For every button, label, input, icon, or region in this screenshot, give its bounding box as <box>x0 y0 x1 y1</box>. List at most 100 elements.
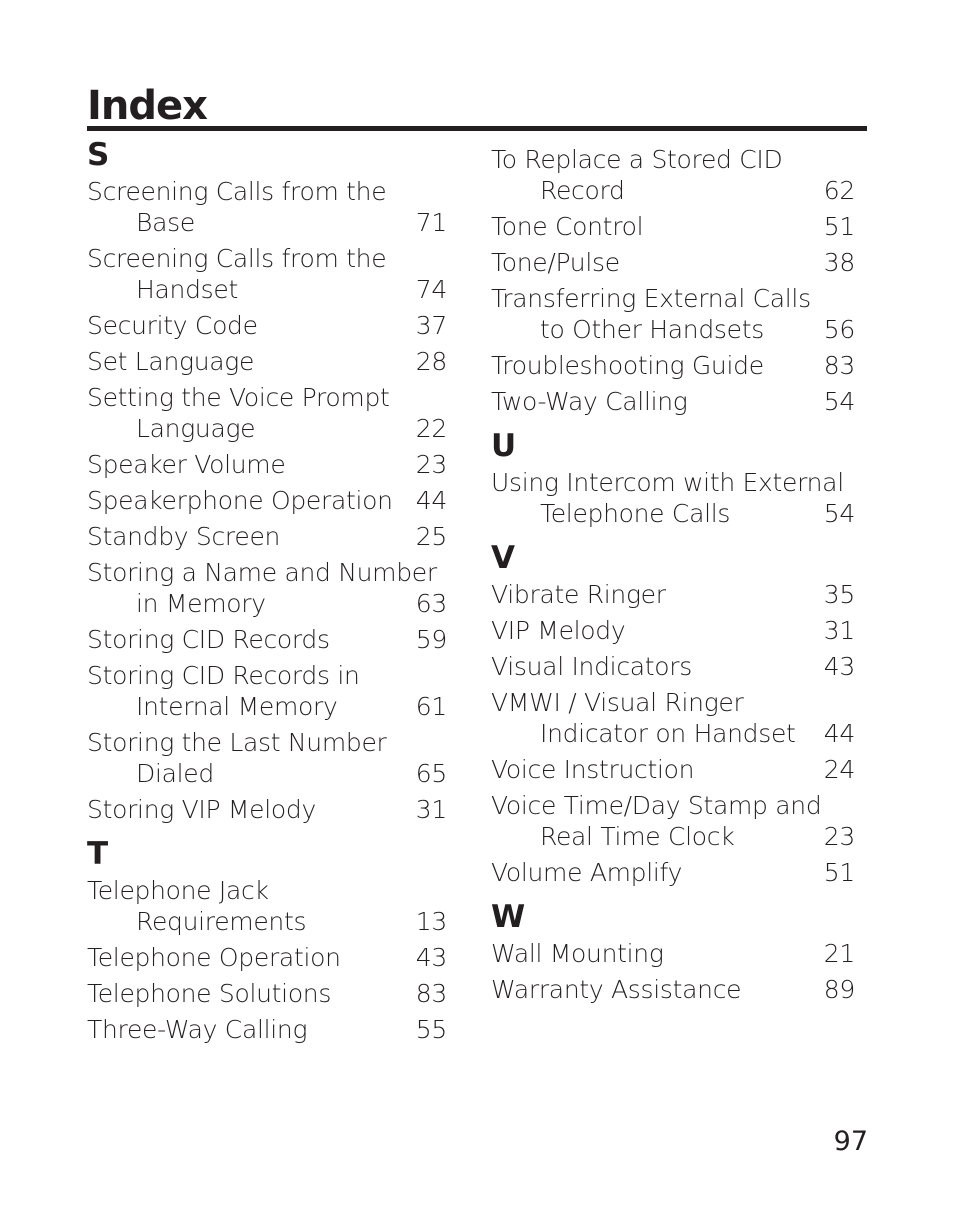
entry-term: Speaker Volume <box>87 450 286 479</box>
entry-term-continued: to Other Handsets <box>540 315 764 344</box>
entry-page-number: 54 <box>823 387 856 416</box>
entry-term: Visual Indicators <box>491 652 692 681</box>
index-entry: Using Intercom with External Telephone Ca… <box>491 467 861 529</box>
index-entry: Telephone Solutions 83 <box>87 978 457 1009</box>
entry-page-number: 25 <box>415 522 448 551</box>
entry-term: Tone Control <box>491 212 644 241</box>
entry-page-number: 13 <box>415 907 448 936</box>
entry-term: Warranty Assistance <box>491 975 742 1004</box>
index-entry: Telephone Jack Requirements 13 <box>87 875 457 937</box>
entry-page-number: 65 <box>415 759 448 788</box>
index-entry: Tone/Pulse 38 <box>491 247 861 278</box>
index-entry: Setting the Voice Prompt Language 22 <box>87 382 457 444</box>
entry-page-number: 83 <box>415 979 448 1008</box>
entry-term: Tone/Pulse <box>491 248 620 277</box>
index-entry: Set Language 28 <box>87 346 457 377</box>
entry-term-continued: Internal Memory <box>136 692 338 721</box>
entry-term: Security Code <box>87 311 258 340</box>
entry-term: Set Language <box>87 347 255 376</box>
index-entry: Storing VIP Melody 31 <box>87 794 457 825</box>
index-entry: Three-Way Calling 55 <box>87 1014 457 1045</box>
section-letter: W <box>491 899 526 935</box>
page-number: 97 <box>833 1126 868 1157</box>
entry-term-continued: Indicator on Handset <box>540 719 796 748</box>
entry-page-number: 59 <box>415 625 448 654</box>
entry-term: Speakerphone Operation <box>87 486 393 515</box>
index-entry: Vibrate Ringer 35 <box>491 579 861 610</box>
entry-term: Troubleshooting Guide <box>491 351 764 380</box>
entry-term: Telephone Solutions <box>87 979 332 1008</box>
entry-term-continued: Real Time Clock <box>540 822 735 851</box>
index-entry: Telephone Operation 43 <box>87 942 457 973</box>
entry-term: Setting the Voice Prompt <box>87 383 390 412</box>
entry-page-number: 28 <box>415 347 448 376</box>
entry-term: Standby Screen <box>87 522 281 551</box>
entry-term-continued: in Memory <box>136 589 266 618</box>
index-entry: Warranty Assistance 89 <box>491 974 861 1005</box>
entry-page-number: 51 <box>823 212 856 241</box>
entry-term: Screening Calls from the <box>87 244 387 273</box>
index-entry: Security Code 37 <box>87 310 457 341</box>
index-entry: Standby Screen 25 <box>87 521 457 552</box>
entry-page-number: 44 <box>823 719 856 748</box>
entry-term: Telephone Operation <box>87 943 341 972</box>
entry-term-continued: Dialed <box>136 759 214 788</box>
entry-page-number: 44 <box>415 486 448 515</box>
index-entry: Speaker Volume 23 <box>87 449 457 480</box>
entry-page-number: 83 <box>823 351 856 380</box>
index-entry: Speakerphone Operation 44 <box>87 485 457 516</box>
entry-term: Transferring External Calls <box>491 284 811 313</box>
index-entry: Voice Time/Day Stamp and Real Time Clock 2… <box>491 790 861 852</box>
entry-page-number: 63 <box>415 589 448 618</box>
index-column-left: S Screening Calls from the Base 71 Screening… <box>87 136 457 1050</box>
entry-term: Voice Instruction <box>491 755 695 784</box>
entry-term: Three-Way Calling <box>87 1015 308 1044</box>
entry-page-number: 23 <box>415 450 448 479</box>
entry-term: Two-Way Calling <box>491 387 688 416</box>
entry-term: VIP Melody <box>491 616 626 645</box>
entry-term: Storing CID Records <box>87 625 330 654</box>
page-title: Index <box>87 83 208 129</box>
entry-page-number: 55 <box>415 1015 448 1044</box>
entry-term: Telephone Jack <box>87 876 269 905</box>
entry-page-number: 61 <box>415 692 448 721</box>
index-entry: Screening Calls from the Handset 74 <box>87 243 457 305</box>
entry-term-continued: Language <box>136 414 256 443</box>
entry-term-continued: Requirements <box>136 907 307 936</box>
section-letter: V <box>491 540 515 576</box>
entry-term: To Replace a Stored CID <box>491 145 783 174</box>
index-entry: Storing CID Records 59 <box>87 624 457 655</box>
entry-page-number: 62 <box>823 176 856 205</box>
entry-page-number: 51 <box>823 858 856 887</box>
entry-term-continued: Record <box>540 176 625 205</box>
entry-term-continued: Telephone Calls <box>540 499 731 528</box>
entry-page-number: 37 <box>415 311 448 340</box>
entry-term: Storing the Last Number <box>87 728 387 757</box>
entry-term: Storing CID Records in <box>87 661 360 690</box>
entry-term: Vibrate Ringer <box>491 580 666 609</box>
index-entry: Transferring External Calls to Other Hand… <box>491 283 861 345</box>
entry-term: Using Intercom with External <box>491 468 844 497</box>
index-entry: VIP Melody 31 <box>491 615 861 646</box>
entry-term-continued: Base <box>136 208 195 237</box>
entry-page-number: 35 <box>823 580 856 609</box>
entry-page-number: 23 <box>823 822 856 851</box>
title-rule <box>87 126 867 131</box>
index-entry: Screening Calls from the Base 71 <box>87 176 457 238</box>
index-column-right: To Replace a Stored CID Record 62 Tone Cont… <box>491 136 861 1010</box>
section-letter: T <box>87 836 109 872</box>
entry-page-number: 22 <box>415 414 448 443</box>
entry-page-number: 31 <box>823 616 856 645</box>
index-entry: Wall Mounting 21 <box>491 938 861 969</box>
entry-term: Screening Calls from the <box>87 177 387 206</box>
entry-term: Storing VIP Melody <box>87 795 316 824</box>
entry-page-number: 74 <box>415 275 448 304</box>
entry-page-number: 43 <box>415 943 448 972</box>
entry-page-number: 38 <box>823 248 856 277</box>
entry-page-number: 43 <box>823 652 856 681</box>
entry-term: Voice Time/Day Stamp and <box>491 791 822 820</box>
index-entry: VMWI / Visual Ringer Indicator on Handset… <box>491 687 861 749</box>
entry-term: VMWI / Visual Ringer <box>491 688 744 717</box>
index-entry: Two-Way Calling 54 <box>491 386 861 417</box>
